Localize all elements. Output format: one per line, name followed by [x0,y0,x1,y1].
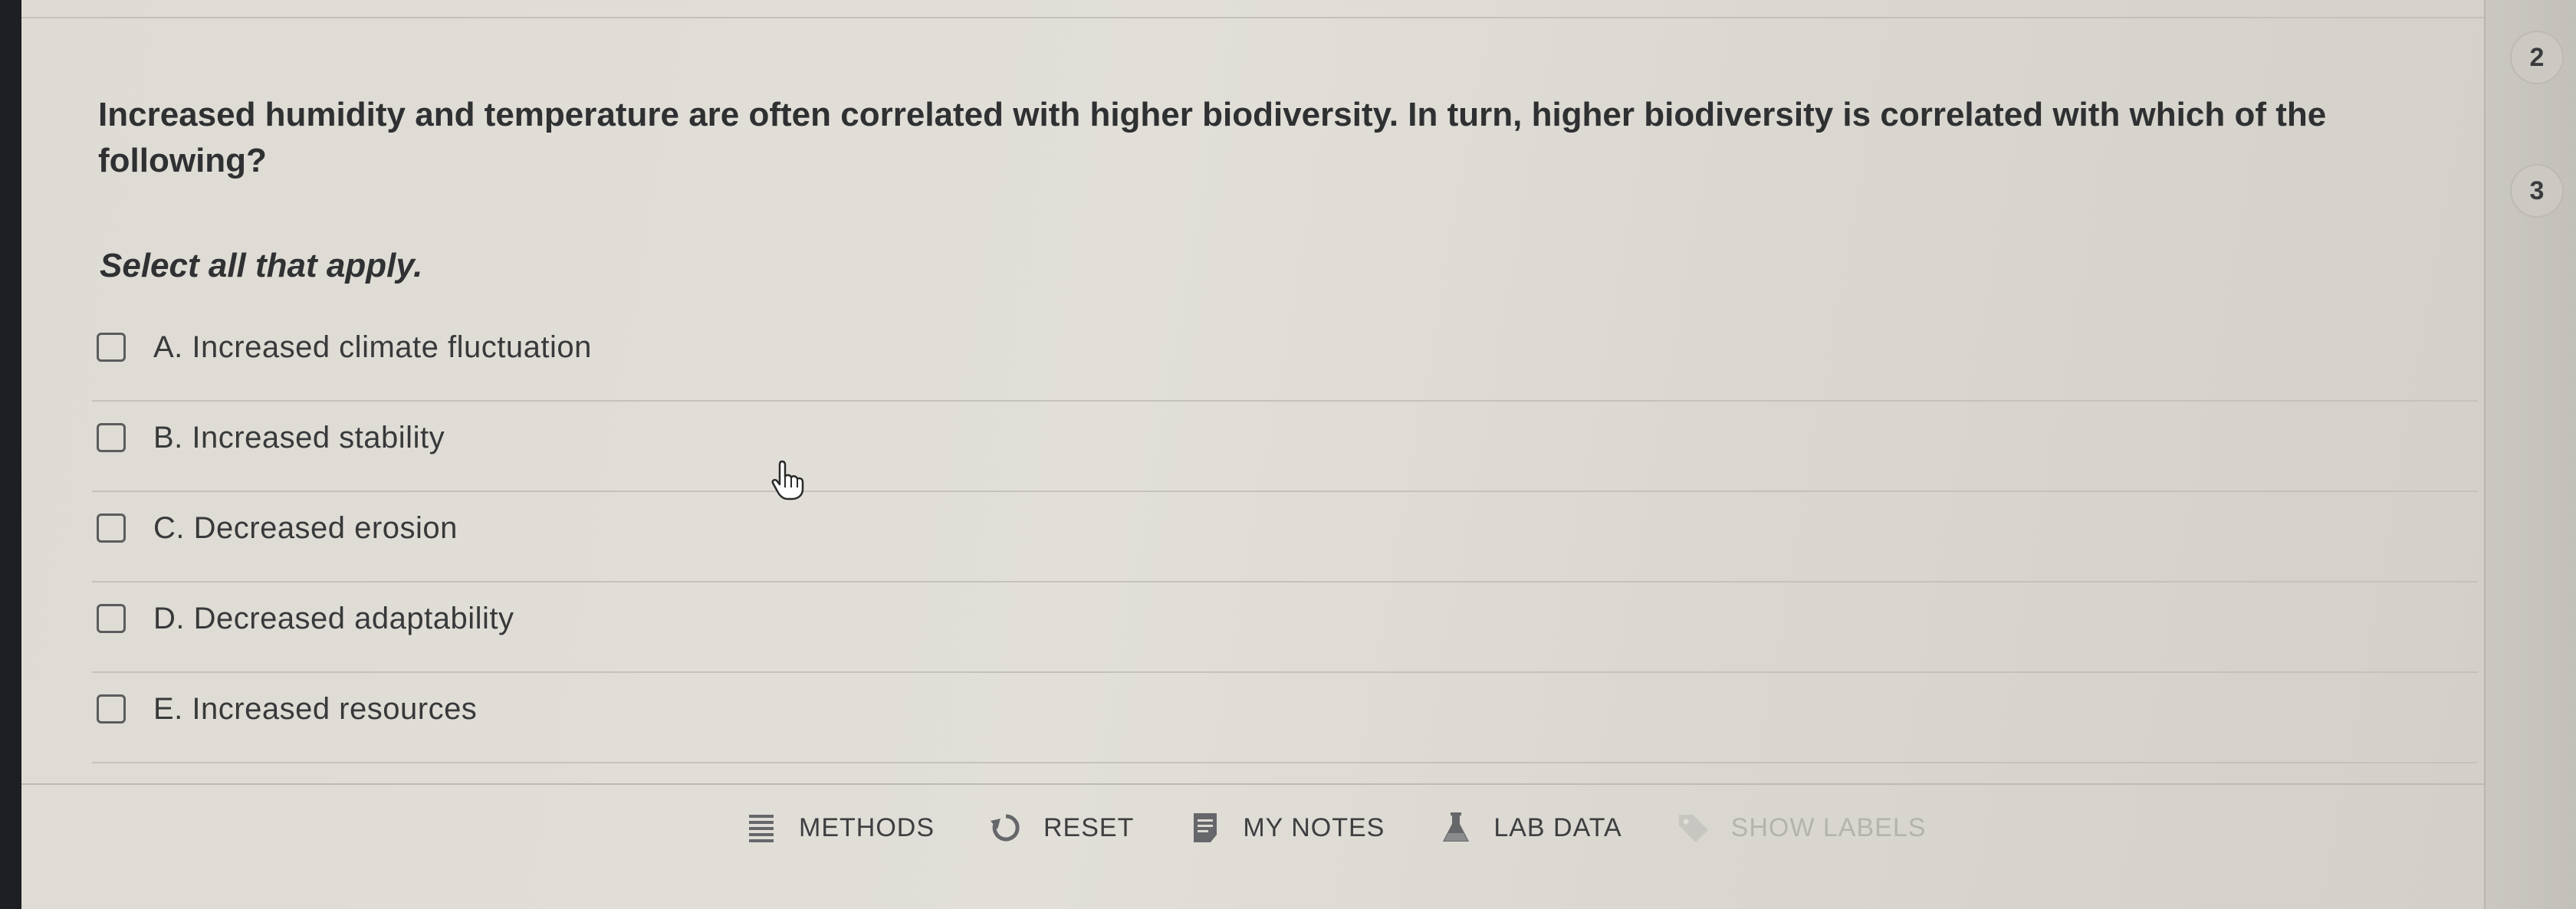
option-c-checkbox[interactable] [97,514,126,543]
option-d[interactable]: D. Decreased adaptability [92,582,2478,673]
option-d-checkbox[interactable] [97,604,126,633]
option-a[interactable]: A. Increased climate fluctuation [92,311,2478,402]
reset-icon [991,814,1020,842]
lab-data-button[interactable]: LAB DATA [1438,810,1622,845]
reset-button[interactable]: RESET [988,810,1134,845]
question-text: Increased humidity and temperature are o… [98,96,2327,179]
page-2-button[interactable]: 2 [2510,31,2564,84]
flask-icon [1443,812,1470,842]
left-edge [0,0,21,909]
option-b-checkbox[interactable] [97,423,126,452]
option-a-checkbox[interactable] [97,333,126,362]
show-labels-label: SHOW LABELS [1730,812,1927,842]
my-notes-label: MY NOTES [1243,812,1385,842]
toolbar-divider [21,783,2484,785]
hand-cursor-icon [771,460,804,500]
option-a-label[interactable]: A. Increased climate fluctuation [153,330,592,365]
instruction-text: Select all that apply. [100,247,423,284]
lab-data-label: LAB DATA [1493,812,1622,842]
page-navigation: 2 3 [2484,0,2576,909]
reset-label: RESET [1043,812,1135,842]
methods-icon [749,815,774,842]
option-b[interactable]: B. Increased stability [92,402,2478,492]
option-c[interactable]: C. Decreased erosion [92,492,2478,582]
show-labels-button[interactable]: SHOW LABELS [1676,810,1927,845]
option-e-checkbox[interactable] [97,694,126,724]
top-divider [21,17,2484,18]
my-notes-button[interactable]: MY NOTES [1188,810,1385,845]
option-d-label[interactable]: D. Decreased adaptability [153,601,514,636]
page-3-button[interactable]: 3 [2510,164,2564,218]
notes-icon [1194,813,1217,842]
bottom-toolbar: METHODS RESET MY NOTES LAB DATA SHOW LAB… [744,805,1980,851]
option-b-label[interactable]: B. Increased stability [153,420,445,455]
option-c-label[interactable]: C. Decreased erosion [153,510,458,546]
methods-button[interactable]: METHODS [744,810,935,845]
option-e[interactable]: E. Increased resources [92,673,2478,763]
methods-label: METHODS [799,812,935,842]
option-e-label[interactable]: E. Increased resources [153,691,477,727]
answer-options: A. Increased climate fluctuation B. Incr… [92,311,2478,763]
tag-icon [1678,815,1708,842]
